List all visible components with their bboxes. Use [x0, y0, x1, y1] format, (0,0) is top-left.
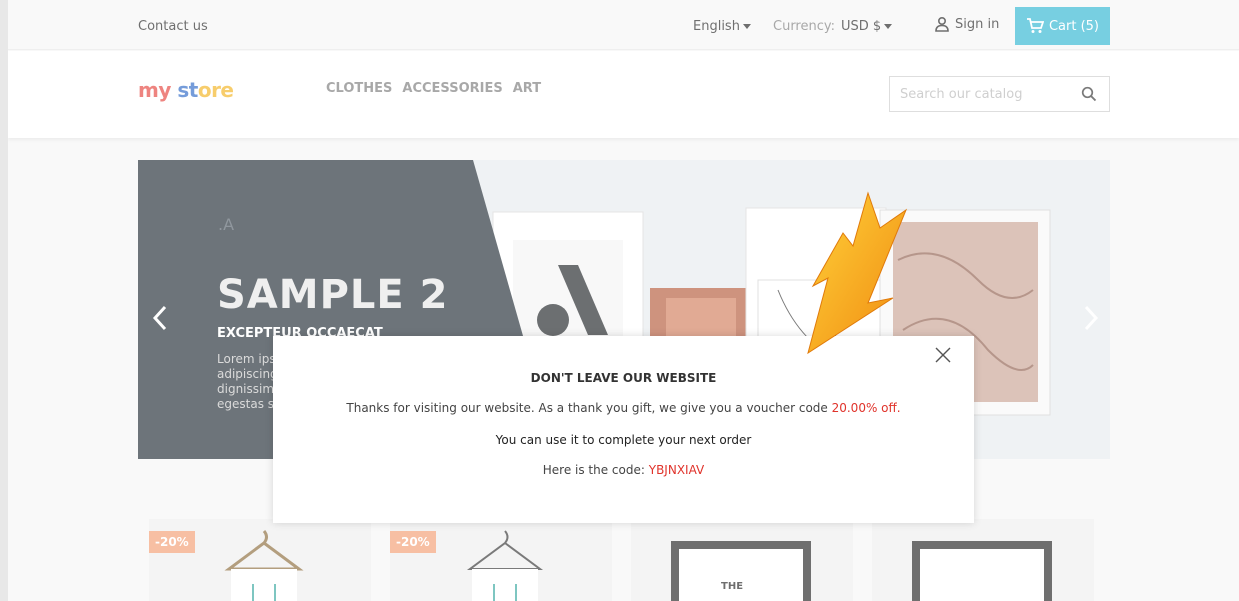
exit-intent-popup: DON'T LEAVE OUR WEBSITE Thanks for visit… [273, 336, 974, 523]
popup-title: DON'T LEAVE OUR WEBSITE [530, 371, 717, 385]
popup-code-line: Here is the code: YBJNXIAV [273, 463, 974, 477]
close-icon[interactable] [934, 346, 952, 364]
popup-message: Thanks for visiting our website. As a th… [273, 401, 974, 415]
code-label: Here is the code: [542, 463, 649, 477]
discount-amount: 20.00% off. [831, 401, 901, 415]
arrow-annotation-icon [807, 191, 908, 355]
popup-instruction: You can use it to complete your next ord… [495, 433, 752, 447]
popup-message-text: Thanks for visiting our website. As a th… [346, 401, 832, 415]
voucher-code: YBJNXIAV [648, 463, 705, 477]
